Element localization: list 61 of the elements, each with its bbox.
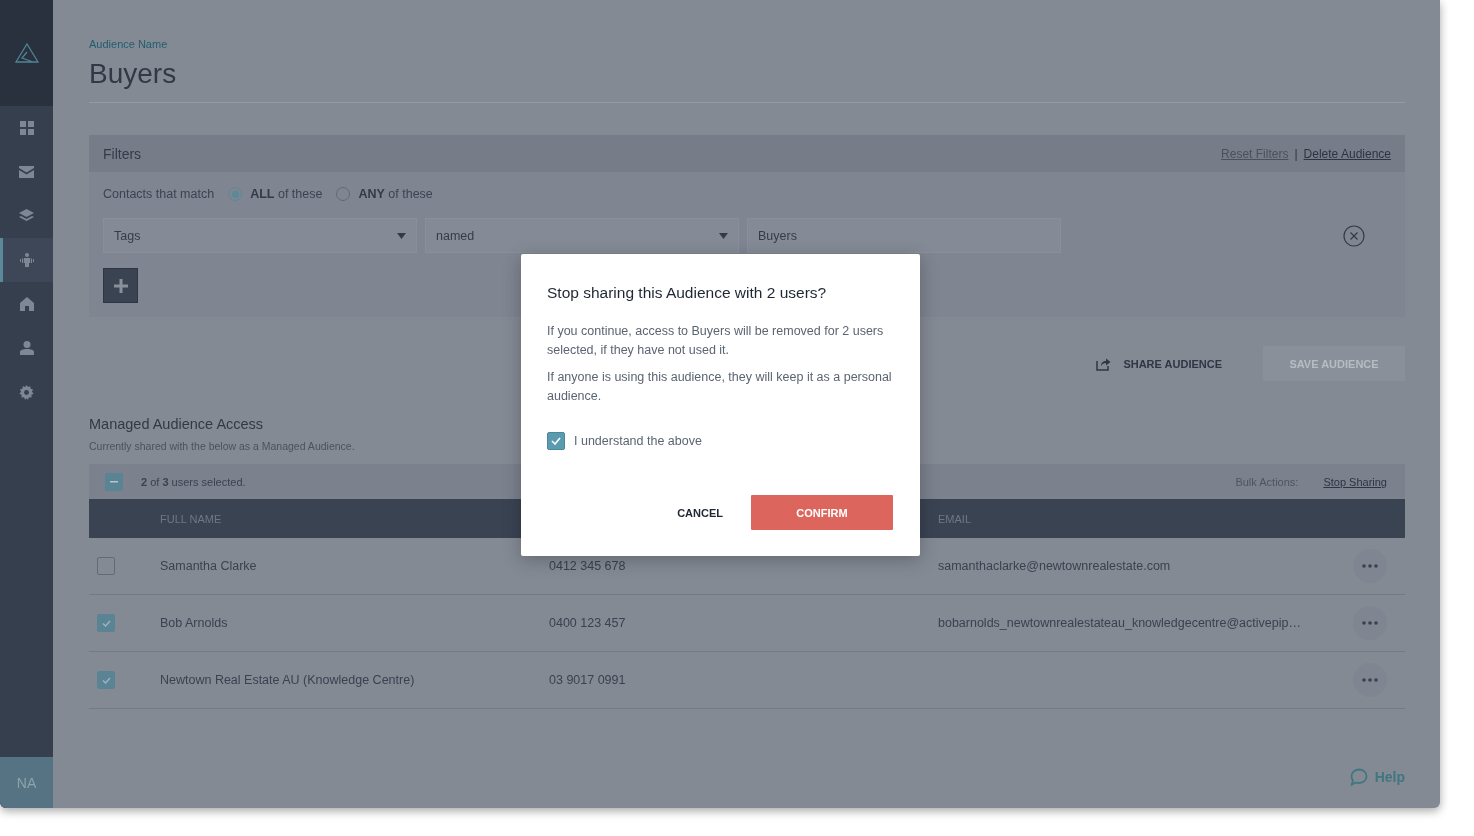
value-field[interactable]: Buyers [747,218,1061,253]
name-cell-text: Newtown Real Estate AU (Knowledge Centre) [160,673,416,687]
plus-icon [113,278,128,293]
operator-dropdown[interactable]: named [425,218,739,253]
check-icon [101,619,111,627]
panel-title: Filters [103,145,143,162]
check-icon [551,437,561,445]
confirm-button[interactable]: CONFIRM [751,495,893,530]
match-option[interactable]: ANY of these [336,187,433,201]
check-icon [101,676,111,684]
more-icon [1362,621,1378,625]
email-cell-text: bobarnolds_newtownrealestateau_knowledgecentre@activepip… [938,616,1302,630]
caret-icon [397,232,406,239]
name-cell-text: Bob Arnolds [160,616,229,630]
match-label: Contacts that match [103,187,215,201]
user-icon[interactable] [19,341,34,355]
page-title: Buyers [89,57,178,91]
more-icon [1362,678,1378,682]
phone-cell-text: 0412 345 678 [549,559,627,573]
logo-icon[interactable] [14,43,39,63]
dashboard-icon[interactable] [19,121,34,135]
selection-count: 2 of 3 users selected. [141,475,247,488]
field-dropdown[interactable]: Tags [103,218,417,253]
sidebar-item[interactable] [0,238,53,282]
stop-sharing-link[interactable]: Stop Sharing [1323,475,1387,488]
link-separator: | [1294,146,1298,161]
chat-bubble-icon [1349,768,1368,786]
section-title: Managed Audience Access [89,416,265,432]
row-checkbox[interactable] [97,671,115,689]
action-link[interactable]: Delete Audience [1303,146,1391,161]
more-icon [1362,564,1378,568]
dialog-message: If you continue, access to Buyers will be removed for 2 users selected, if they have not used it. [547,323,885,359]
layers-icon[interactable] [19,209,34,223]
row-checkbox[interactable] [97,557,115,575]
more-button[interactable] [1353,606,1387,640]
home-icon[interactable] [19,297,34,311]
mail-icon[interactable] [19,166,34,178]
add-filter-button[interactable] [103,268,138,303]
clear-icon[interactable] [1343,224,1365,247]
user-avatar[interactable]: NA [0,757,53,808]
dialog-message: If anyone is using this audience, they will keep it as a personal audience. [547,369,893,405]
email-cell-text: samanthaclarke@newtownrealestate.com [938,559,1172,573]
phone-cell-text: 03 9017 0991 [549,673,627,687]
match-option[interactable]: ALL of these [228,187,323,201]
more-button[interactable] [1353,663,1387,697]
share-button[interactable]: SHARE AUDIENCE [1096,346,1222,381]
more-button[interactable] [1353,549,1387,583]
row-checkbox[interactable] [97,614,115,632]
caret-icon [719,232,728,239]
field-label: Audience Name [89,38,169,52]
understand-checkbox-row[interactable]: I understand the above [547,432,894,450]
dialog-title: Stop sharing this Audience with 2 users? [547,284,828,302]
phone-cell-text: 0400 123 457 [549,616,627,630]
share-icon [1096,356,1112,371]
cancel-button[interactable]: CANCEL [677,495,723,530]
name-cell-text: Samantha Clarke [160,559,258,573]
settings-icon[interactable] [19,384,34,400]
checkbox[interactable] [547,432,565,450]
minus-icon [110,480,118,483]
select-all-checkbox[interactable] [105,472,123,491]
people-icon[interactable] [18,253,35,267]
